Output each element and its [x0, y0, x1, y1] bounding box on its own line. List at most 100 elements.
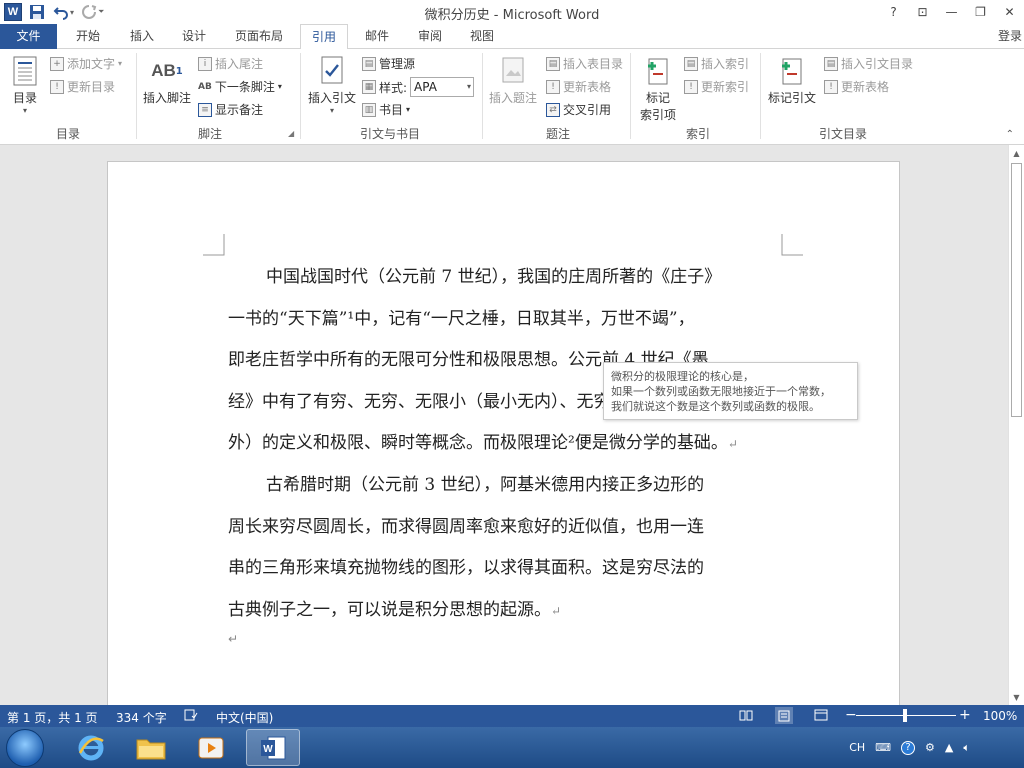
keyboard-icon[interactable]: ⌨ — [875, 741, 891, 754]
zoom-out-button[interactable]: − — [845, 707, 857, 723]
tooltip-line: 微积分的极限理论的核心是， — [611, 370, 754, 383]
document-page: 中国战国时代（公元前 7 世纪），我国的庄周所著的《庄子》 一书的“天下篇”¹中… — [107, 161, 900, 705]
insert-table-of-figures-button[interactable]: ▤ 插入表目录 — [546, 55, 623, 72]
next-footnote-label: 下一条脚注 — [214, 80, 275, 94]
word-count[interactable]: 334 个字 — [116, 709, 167, 726]
cross-reference-icon: ⇄ — [546, 102, 560, 117]
zoom-level[interactable]: 100% — [983, 709, 1017, 723]
crop-mark-right — [781, 234, 803, 256]
insert-citation-label: 插入引文 — [307, 91, 356, 105]
next-footnote-button[interactable]: AB 下一条脚注 ▾ — [198, 78, 282, 95]
mark-citation-icon — [777, 55, 807, 87]
insert-footnote-icon-text: AB — [151, 61, 176, 80]
add-text-button[interactable]: + 添加文字 ▾ — [50, 55, 122, 72]
ribbon-display-options-button[interactable]: ⊡ — [908, 0, 937, 24]
update-index-button[interactable]: ! 更新索引 — [684, 78, 749, 95]
paragraph-1-line: 一书的“天下篇”¹中，记有“一尺之棰，日取其半，万世不竭”， — [228, 308, 695, 329]
mark-entry-label-line2: 索引项 — [639, 108, 676, 122]
show-notes-button[interactable]: ≡ 显示备注 — [198, 101, 263, 118]
manage-sources-label: 管理源 — [379, 57, 416, 71]
tab-home[interactable]: 开始 — [66, 24, 110, 49]
empty-paragraph-mark: ↵ — [228, 632, 239, 646]
insert-index-button[interactable]: ▤ 插入索引 — [684, 55, 749, 72]
word-icon[interactable]: W — [246, 729, 300, 766]
tab-view[interactable]: 视图 — [460, 24, 504, 49]
internet-explorer-icon[interactable] — [64, 729, 118, 766]
language-status[interactable]: 中文(中国) — [216, 709, 273, 726]
manage-sources-button[interactable]: ▤ 管理源 — [362, 55, 415, 72]
insert-endnote-button[interactable]: i 插入尾注 — [198, 55, 263, 72]
tab-references[interactable]: 引用 — [300, 24, 348, 50]
read-mode-icon[interactable] — [739, 709, 753, 724]
insert-endnote-icon: i — [198, 56, 212, 71]
proofing-icon[interactable] — [184, 709, 198, 724]
media-player-icon[interactable] — [184, 729, 238, 766]
citation-style-icon: ▦ — [362, 80, 376, 94]
status-bar: 第 1 页，共 1 页 334 个字 中文(中国) − + 100% — [0, 705, 1024, 727]
bibliography-button[interactable]: ▥ 书目 ▾ — [362, 101, 410, 118]
insert-caption-icon — [498, 55, 528, 87]
citation-style-control: ▦ 样式: APA ▾ — [362, 77, 475, 97]
insert-table-of-authorities-button[interactable]: ▤ 插入引文目录 — [824, 55, 913, 72]
paragraph-mark: ↵ — [727, 437, 738, 451]
zoom-slider-thumb[interactable] — [903, 709, 907, 722]
insert-caption-button[interactable]: 插入题注 — [486, 55, 540, 106]
ime-indicator[interactable]: CH — [849, 741, 865, 754]
insert-citation-button[interactable]: 插入引文 ▾ — [304, 55, 360, 115]
mark-entry-button[interactable]: 标记 索引项 — [636, 55, 680, 123]
paragraph-2-line: 古希腊时期（公元前 3 世纪），阿基米德用内接正多边形的 — [266, 475, 705, 495]
zoom-in-button[interactable]: + — [959, 707, 971, 723]
update-table-of-figures-button[interactable]: ! 更新表格 — [546, 78, 611, 95]
start-button-icon[interactable] — [6, 729, 44, 767]
settings-tray-icon[interactable]: ⚙ — [925, 741, 935, 754]
volume-icon[interactable]: 🔈︎ — [963, 741, 970, 755]
tab-insert[interactable]: 插入 — [120, 24, 164, 49]
web-layout-icon[interactable] — [814, 709, 828, 724]
help-button[interactable]: ? — [879, 0, 908, 24]
help-tray-icon[interactable]: ? — [901, 740, 916, 755]
insert-caption-label: 插入题注 — [488, 91, 537, 105]
file-explorer-icon[interactable] — [124, 729, 178, 766]
group-separator — [482, 53, 483, 139]
vertical-scrollbar[interactable]: ▲ ▼ — [1008, 145, 1024, 705]
group-label-footnotes: 脚注 — [197, 127, 222, 141]
sign-in-link[interactable]: 登录 — [998, 27, 1022, 44]
update-table-of-authorities-button[interactable]: ! 更新表格 — [824, 78, 889, 95]
show-hidden-icons-icon[interactable]: ▲ — [945, 741, 953, 754]
scroll-down-icon[interactable]: ▼ — [1009, 689, 1024, 705]
add-text-icon: + — [50, 56, 64, 71]
svg-text:W: W — [263, 744, 273, 755]
update-table-button[interactable]: ! 更新目录 — [50, 78, 115, 95]
minimize-button[interactable]: — — [937, 0, 966, 24]
insert-footnote-label: 插入脚注 — [142, 91, 191, 105]
tab-mailings[interactable]: 邮件 — [355, 24, 399, 49]
collapse-ribbon-icon[interactable]: ⌃ — [1006, 129, 1014, 140]
group-label-toc: 目录 — [55, 127, 80, 141]
tab-design[interactable]: 设计 — [172, 24, 216, 49]
paragraph-2-line: 串的三角形来填充抛物线的图形，以求得其面积。这是穷尽法的 — [228, 558, 704, 578]
tab-file[interactable]: 文件 — [0, 24, 57, 49]
mark-citation-button[interactable]: 标记引文 — [764, 55, 820, 106]
table-of-contents-button[interactable]: 目录 ▾ — [6, 55, 44, 115]
update-table-label: 更新目录 — [67, 80, 116, 94]
insert-citation-icon — [317, 55, 347, 87]
restore-button[interactable]: ❐ — [966, 0, 995, 24]
scroll-thumb[interactable] — [1011, 163, 1022, 417]
group-label-captions: 题注 — [545, 127, 570, 141]
footnote-dialog-launcher-icon[interactable]: ◢ — [288, 129, 294, 138]
paragraph-2[interactable]: 古希腊时期（公元前 3 世纪），阿基米德用内接正多边形的 周长来穷尽圆周长，而求… — [228, 465, 783, 632]
insert-footnote-button[interactable]: AB 1 插入脚注 — [142, 55, 192, 106]
bibliography-label: 书目 — [379, 103, 404, 117]
bibliography-icon: ▥ — [362, 102, 376, 117]
print-layout-icon[interactable] — [775, 707, 793, 724]
group-separator — [136, 53, 137, 139]
footnote-tooltip: 微积分的极限理论的核心是， 如果一个数列或函数无限地接近于一个常数， 我们就说这… — [603, 362, 858, 420]
bibliography-dropdown-icon: ▾ — [406, 105, 411, 114]
page-count[interactable]: 第 1 页，共 1 页 — [7, 709, 98, 726]
tab-review[interactable]: 审阅 — [408, 24, 452, 49]
scroll-up-icon[interactable]: ▲ — [1009, 145, 1024, 161]
close-button[interactable]: ✕ — [995, 0, 1024, 24]
citation-style-select[interactable]: APA ▾ — [410, 77, 475, 97]
cross-reference-button[interactable]: ⇄ 交叉引用 — [546, 101, 611, 118]
tab-page-layout[interactable]: 页面布局 — [228, 24, 290, 49]
